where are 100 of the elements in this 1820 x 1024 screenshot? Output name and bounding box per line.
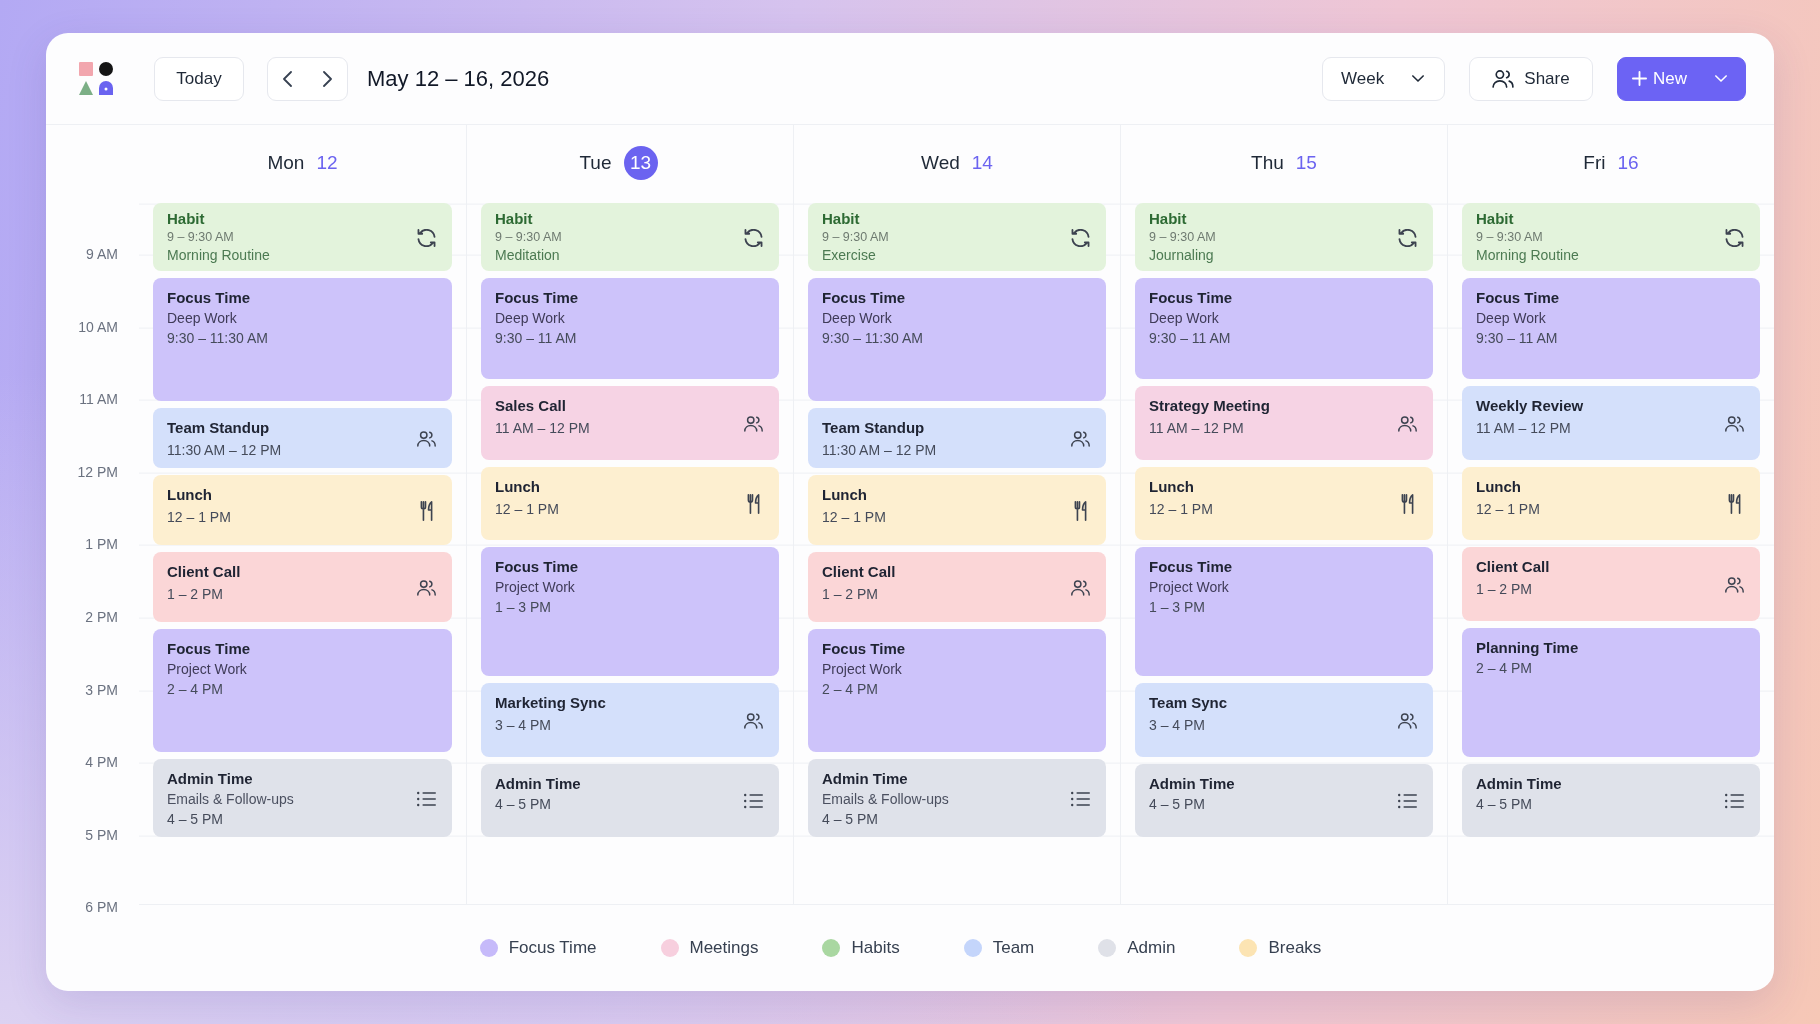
time-label: 9 AM bbox=[86, 246, 118, 262]
calendar-event[interactable]: Focus Time Project Work 1 – 3 PM bbox=[1135, 547, 1433, 677]
calendar-event[interactable]: Focus Time Deep Work 9:30 – 11 AM bbox=[481, 278, 779, 380]
event-note: Deep Work bbox=[1149, 309, 1220, 328]
day-date: 16 bbox=[1617, 151, 1639, 174]
calendar-event[interactable]: Client Call 1 – 2 PM bbox=[153, 552, 452, 623]
event-time: 11 AM – 12 PM bbox=[1476, 419, 1572, 439]
share-button[interactable]: Share bbox=[1469, 56, 1593, 101]
calendar-event[interactable]: Client Call 1 – 2 PM bbox=[808, 552, 1106, 623]
people-icon bbox=[417, 579, 436, 598]
calendar-event[interactable]: Lunch 12 – 1 PM bbox=[1135, 466, 1433, 541]
calendar-event[interactable]: Admin Time 4 – 5 PM bbox=[481, 763, 779, 837]
event-time: 4 – 5 PM bbox=[167, 810, 225, 829]
event-title: Lunch bbox=[167, 484, 213, 505]
today-date-badge: 13 bbox=[623, 145, 658, 180]
calendar-event[interactable]: Admin Time 4 – 5 PM bbox=[1462, 763, 1760, 837]
calendar-event[interactable]: Lunch 12 – 1 PM bbox=[1462, 466, 1760, 541]
list-icon bbox=[1398, 792, 1417, 811]
event-title: Admin Time bbox=[1476, 773, 1563, 794]
calendar-event[interactable]: Focus Time Deep Work 9:30 – 11:30 AM bbox=[808, 278, 1106, 401]
calendar-event[interactable]: Team Standup 11:30 AM – 12 PM bbox=[808, 407, 1106, 468]
event-time: 4 – 5 PM bbox=[822, 810, 880, 829]
day-name: Fri bbox=[1583, 151, 1606, 174]
calendar-event[interactable]: Planning Time 2 – 4 PM bbox=[1462, 627, 1760, 757]
calendar-event[interactable]: Marketing Sync 3 – 4 PM bbox=[481, 683, 779, 757]
calendar-event[interactable]: Habit 9 – 9:30 AM Exercise bbox=[808, 203, 1106, 271]
legend-label: Admin bbox=[1127, 938, 1176, 958]
calendar-event[interactable]: Focus Time Project Work 2 – 4 PM bbox=[808, 629, 1106, 752]
chevron-down-icon bbox=[1715, 75, 1727, 82]
event-time: 9:30 – 11:30 AM bbox=[167, 329, 269, 348]
calendar-event[interactable]: Client Call 1 – 2 PM bbox=[1462, 547, 1760, 621]
event-time: 9 – 9:30 AM bbox=[167, 229, 235, 246]
day-name: Mon bbox=[267, 151, 305, 174]
time-label: 6 PM bbox=[85, 899, 118, 916]
event-note: Journaling bbox=[1149, 246, 1215, 265]
event-title: Team Sync bbox=[1149, 693, 1229, 714]
calendar-event[interactable]: Habit 9 – 9:30 AM Meditation bbox=[481, 203, 779, 271]
calendar-event[interactable]: Habit 9 – 9:30 AM Morning Routine bbox=[1462, 203, 1760, 271]
today-button[interactable]: Today bbox=[154, 56, 244, 101]
event-note: Deep Work bbox=[822, 309, 893, 328]
refresh-icon bbox=[744, 228, 763, 247]
calendar-event[interactable]: Strategy Meeting 11 AM – 12 PM bbox=[1135, 386, 1433, 460]
event-title: Focus Time bbox=[1476, 288, 1561, 308]
event-title: Marketing Sync bbox=[495, 693, 607, 714]
calendar-event[interactable]: Lunch 12 – 1 PM bbox=[808, 474, 1106, 545]
event-title: Habit bbox=[1149, 210, 1188, 228]
people-icon bbox=[417, 429, 436, 448]
event-title: Team Standup bbox=[167, 417, 271, 438]
event-note: Morning Routine bbox=[1476, 246, 1580, 265]
event-note: Emails & Follow-ups bbox=[822, 790, 950, 809]
fork-knife-icon bbox=[747, 494, 760, 515]
calendar-event[interactable]: Team Sync 3 – 4 PM bbox=[1135, 683, 1433, 757]
day-date: 12 bbox=[316, 151, 338, 174]
list-icon bbox=[417, 790, 436, 808]
people-icon bbox=[1492, 69, 1515, 88]
calendar-event[interactable]: Habit 9 – 9:30 AM Morning Routine bbox=[153, 203, 452, 271]
refresh-icon bbox=[1071, 228, 1090, 247]
calendar-event[interactable]: Team Standup 11:30 AM – 12 PM bbox=[153, 407, 452, 468]
view-dropdown[interactable]: Week bbox=[1322, 56, 1445, 101]
event-time: 3 – 4 PM bbox=[1149, 716, 1207, 736]
calendar-event[interactable]: Lunch 12 – 1 PM bbox=[481, 466, 779, 541]
calendar-event[interactable]: Weekly Review 11 AM – 12 PM bbox=[1462, 386, 1760, 460]
event-note: Project Work bbox=[167, 660, 248, 680]
day-name: Thu bbox=[1251, 151, 1284, 174]
time-label: 3 PM bbox=[85, 681, 118, 698]
calendar-event[interactable]: Focus Time Project Work 2 – 4 PM bbox=[153, 629, 452, 752]
calendar-event[interactable]: Lunch 12 – 1 PM bbox=[153, 474, 452, 545]
new-button[interactable]: New bbox=[1617, 56, 1746, 101]
calendar-event[interactable]: Focus Time Project Work 1 – 3 PM bbox=[481, 547, 779, 677]
calendar-event[interactable]: Focus Time Deep Work 9:30 – 11 AM bbox=[1135, 278, 1433, 380]
event-time: 11:30 AM – 12 PM bbox=[822, 440, 938, 460]
event-time: 3 – 4 PM bbox=[495, 716, 553, 736]
calendar-event[interactable]: Sales Call 11 AM – 12 PM bbox=[481, 386, 779, 460]
calendar-event[interactable]: Focus Time Deep Work 9:30 – 11:30 AM bbox=[153, 278, 452, 401]
calendar-event[interactable]: Focus Time Deep Work 9:30 – 11 AM bbox=[1462, 278, 1760, 380]
event-title: Habit bbox=[495, 210, 534, 228]
refresh-icon bbox=[417, 228, 436, 247]
event-title: Focus Time bbox=[167, 639, 252, 660]
day-date: 14 bbox=[971, 151, 993, 174]
event-time: 12 – 1 PM bbox=[822, 507, 887, 527]
event-title: Client Call bbox=[167, 562, 242, 582]
event-time: 1 – 2 PM bbox=[167, 585, 225, 604]
event-time: 9 – 9:30 AM bbox=[495, 229, 563, 246]
calendar-event[interactable]: Admin Time Emails & Follow-ups 4 – 5 PM bbox=[808, 759, 1106, 837]
event-title: Admin Time bbox=[495, 773, 582, 794]
calendar-event[interactable]: Admin Time Emails & Follow-ups 4 – 5 PM bbox=[153, 759, 452, 837]
people-icon bbox=[744, 414, 763, 433]
event-time: 9:30 – 11:30 AM bbox=[822, 329, 924, 348]
event-title: Lunch bbox=[495, 476, 541, 497]
event-note: Deep Work bbox=[167, 309, 238, 328]
event-time: 2 – 4 PM bbox=[1476, 658, 1534, 678]
legend-label: Breaks bbox=[1268, 938, 1322, 958]
day-name: Wed bbox=[921, 151, 960, 174]
calendar-event[interactable]: Habit 9 – 9:30 AM Journaling bbox=[1135, 203, 1433, 271]
chevron-left-icon bbox=[283, 70, 293, 87]
event-title: Client Call bbox=[1476, 557, 1551, 578]
calendar-event[interactable]: Admin Time 4 – 5 PM bbox=[1135, 763, 1433, 837]
chevron-down-icon bbox=[1412, 75, 1424, 82]
event-title: Focus Time bbox=[495, 288, 580, 308]
event-title: Focus Time bbox=[1149, 557, 1234, 578]
